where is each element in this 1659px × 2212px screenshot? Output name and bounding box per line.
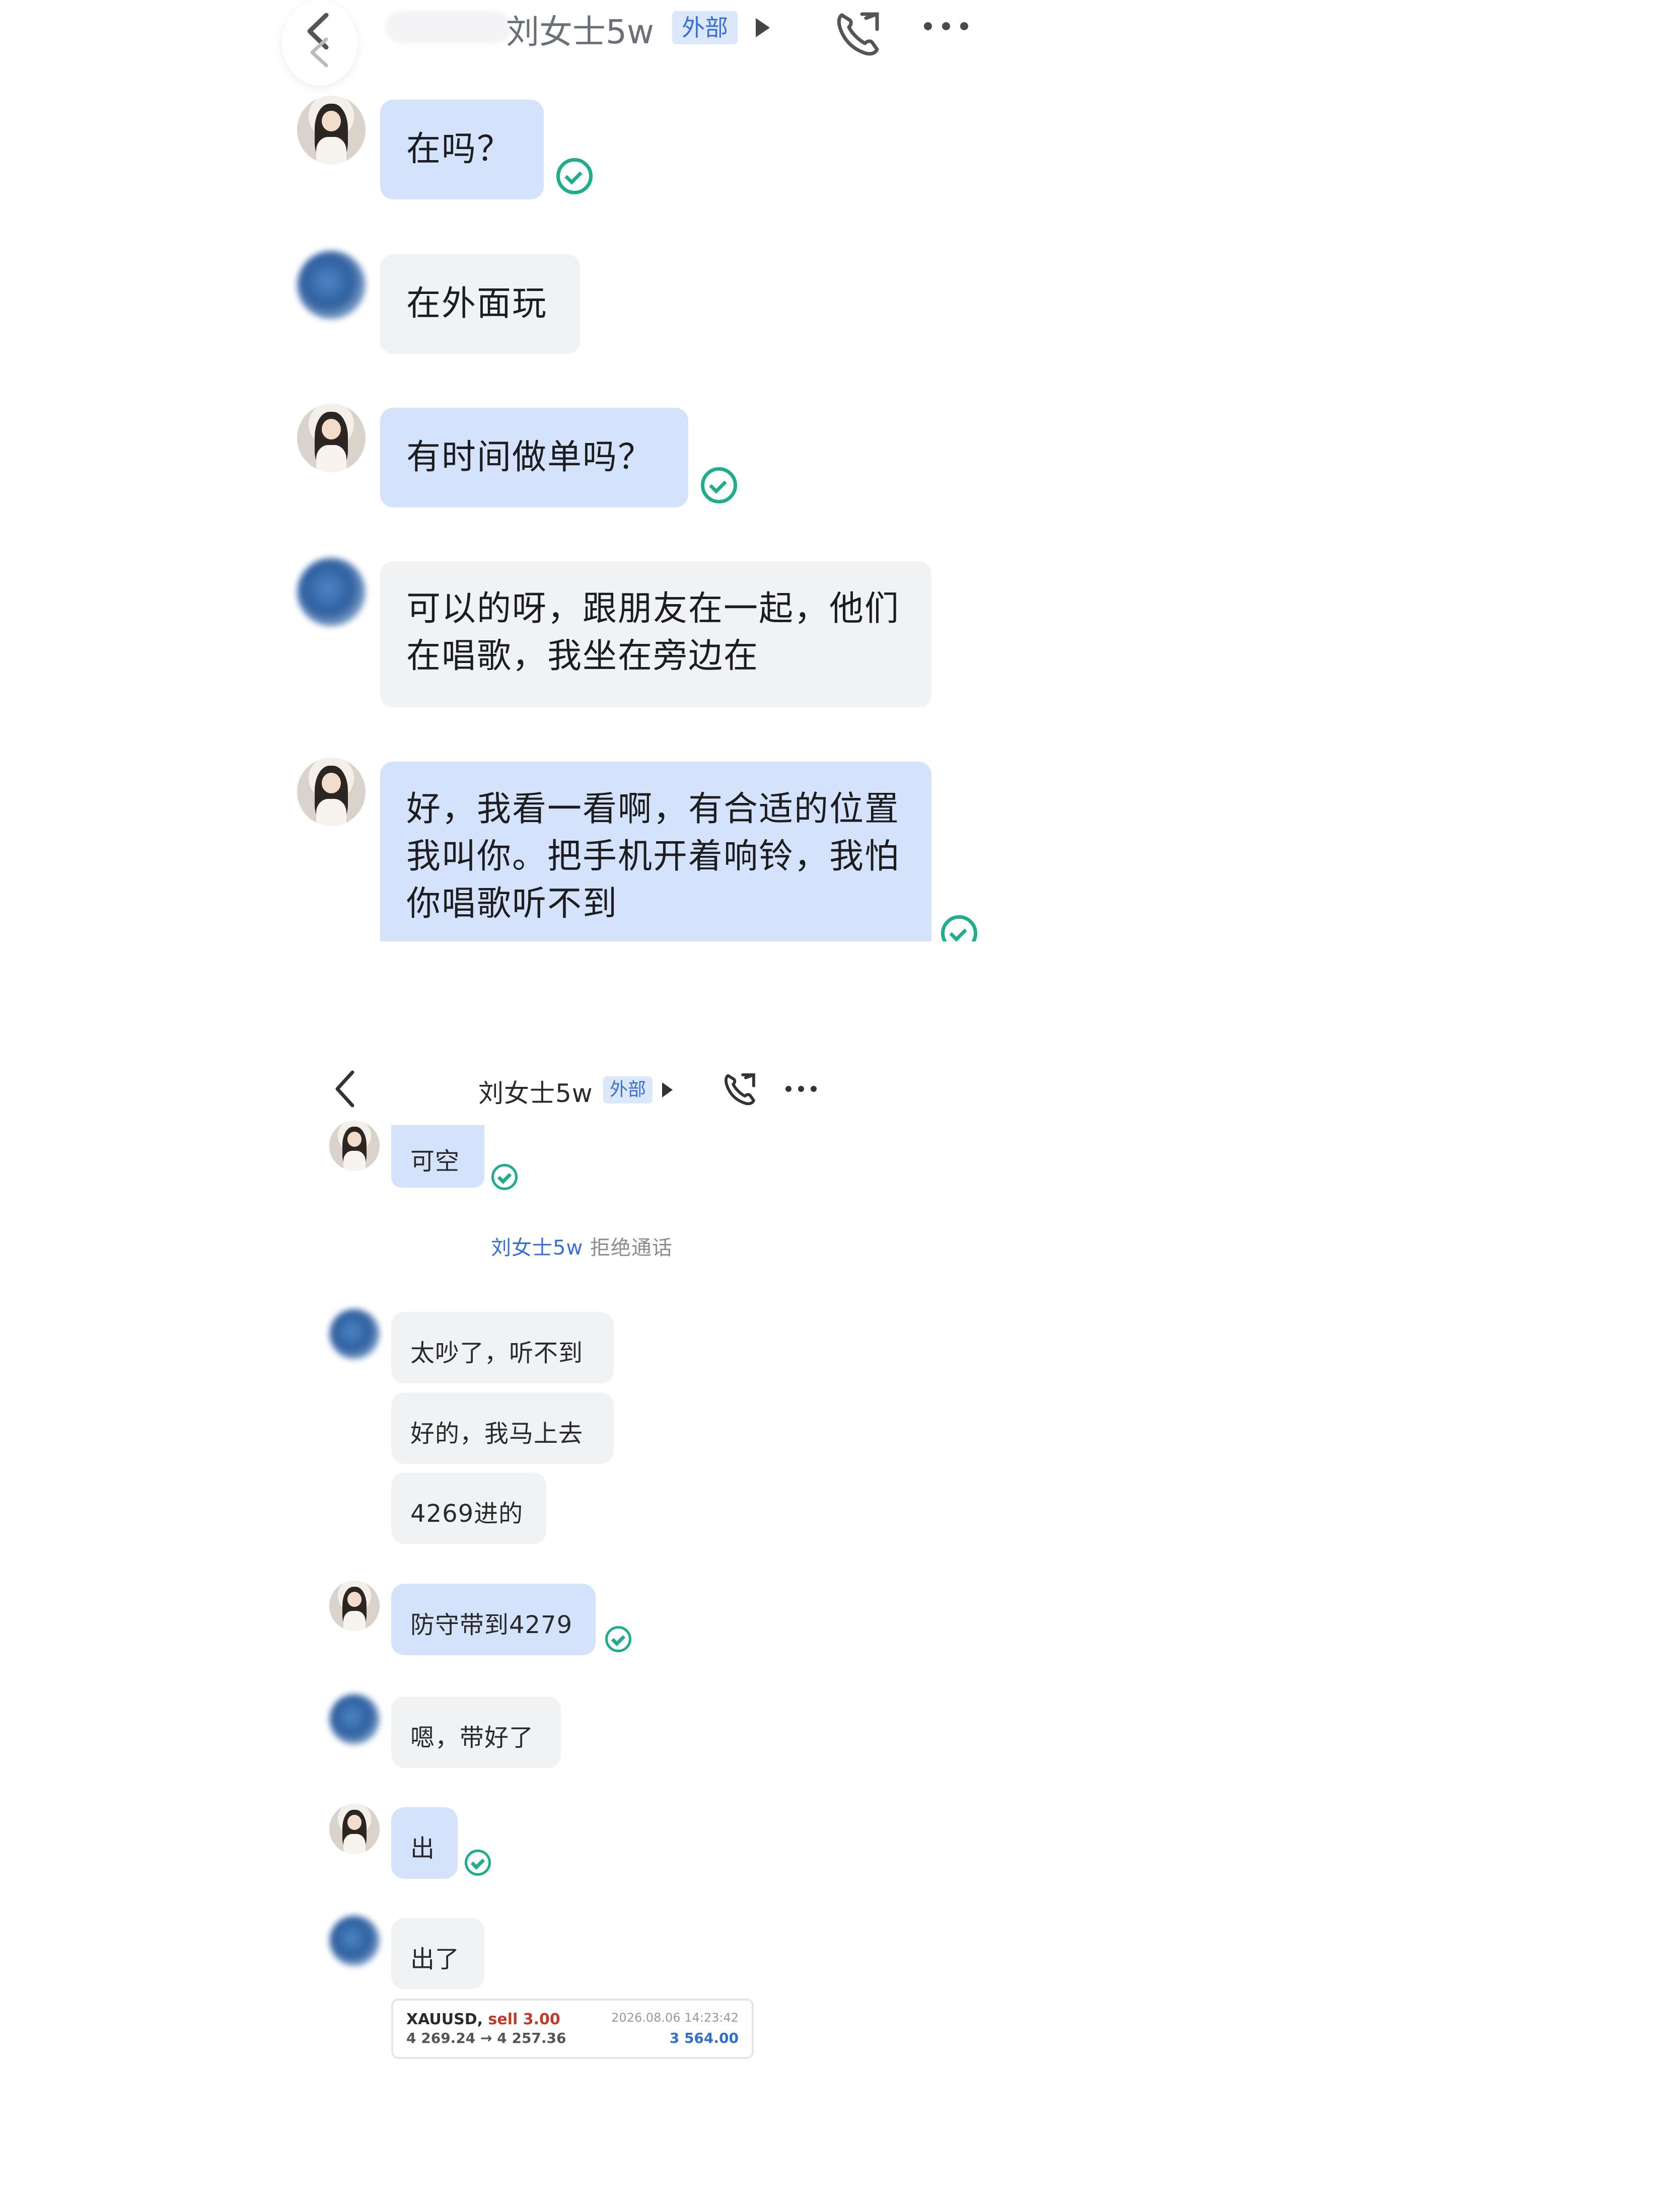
avatar-him[interactable] [329, 1915, 380, 1966]
trade-symbol: XAUUSD, [406, 2011, 483, 2028]
message-bubble-sent[interactable]: 好，我看一看啊，有合适的位置我叫你。把手机开着响铃，我怕你唱歌听不到 [380, 762, 931, 941]
message-text: 太吵了，听不到 [410, 1339, 584, 1367]
external-tag: 外部 [672, 11, 738, 44]
message-bubble-received[interactable]: 好的，我马上去 [391, 1392, 614, 1464]
message-text: 嗯，带好了 [410, 1724, 534, 1752]
header-blur-placeholder [385, 11, 511, 43]
trade-datetime: 2026.08.06 14:23:42 [611, 2011, 739, 2025]
avatar-her[interactable] [297, 404, 366, 472]
message-bubble-sent[interactable]: 防守带到4279 [391, 1584, 596, 1655]
message-bubble-sent[interactable]: 出 [391, 1807, 458, 1879]
more-dots-icon[interactable] [924, 22, 974, 32]
message-text: 好，我看一看啊，有合适的位置我叫你。把手机开着响铃，我怕你唱歌听不到 [406, 789, 900, 924]
avatar-her[interactable] [329, 1581, 380, 1631]
message-bubble-sent[interactable]: 有时间做单吗？ [380, 408, 688, 507]
message-text: 4269进的 [410, 1500, 524, 1528]
trade-symbol-row: XAUUSD, sell 3.00 [406, 2011, 560, 2028]
triangle-right-icon[interactable] [753, 15, 773, 40]
message-text: 有时间做单吗？ [406, 437, 654, 477]
message-text: 好的，我马上去 [410, 1420, 584, 1448]
phone-icon[interactable] [831, 5, 886, 60]
trade-profit: 3 564.00 [669, 2030, 739, 2046]
avatar-her[interactable] [297, 758, 366, 826]
message-text: 出 [410, 1834, 436, 1863]
read-check-icon [465, 1850, 491, 1876]
message-text: 可以的呀，跟朋友在一起，他们在唱歌，我坐在旁边在 [406, 589, 900, 676]
message-bubble-received[interactable]: 太吵了，听不到 [391, 1312, 614, 1383]
back-button[interactable] [282, 0, 357, 86]
message-text: 防守带到4279 [410, 1611, 573, 1639]
trade-result-image[interactable]: XAUUSD, sell 3.00 4 269.24 → 4 257.36 20… [391, 1999, 754, 2059]
top-chat-screenshot: 刘女士5w 外部 在吗？ 在外面玩 有时间做单吗？ 可以的呀，跟朋友在一起，他们… [282, 0, 1037, 941]
system-notice: 刘女士5w 拒绝通话 [491, 1231, 673, 1261]
contact-name[interactable]: 刘女士5w [478, 1073, 593, 1110]
chevron-left-icon [307, 13, 329, 67]
read-check-icon [491, 1164, 518, 1190]
avatar-her[interactable] [329, 1121, 380, 1171]
message-text: 在外面玩 [406, 284, 548, 324]
triangle-right-icon[interactable] [660, 1080, 675, 1100]
bottom-chat-screenshot: 刘女士5w 外部 可空 刘女士5w 拒绝通话 太吵了，听不到 好的，我马上去 4… [312, 1052, 916, 2059]
message-bubble-received[interactable]: 可以的呀，跟朋友在一起，他们在唱歌，我坐在旁边在 [380, 561, 931, 707]
read-check-icon-clipped [939, 915, 979, 941]
message-bubble-received[interactable]: 4269进的 [391, 1472, 546, 1544]
avatar-him[interactable] [329, 1694, 380, 1744]
trade-prices: 4 269.24 → 4 257.36 [406, 2030, 566, 2046]
system-notice-text: 拒绝通话 [590, 1236, 673, 1260]
message-bubble-received[interactable]: 嗯，带好了 [391, 1697, 561, 1768]
chevron-left-icon[interactable] [327, 1066, 363, 1112]
read-check-icon [556, 158, 593, 194]
contact-name[interactable]: 刘女士5w [506, 5, 654, 53]
avatar-him[interactable] [297, 251, 366, 319]
read-check-icon [701, 467, 737, 503]
message-bubble-sent[interactable]: 可空 [391, 1125, 484, 1188]
message-bubble-sent[interactable]: 在吗？ [380, 100, 544, 199]
system-notice-name[interactable]: 刘女士5w [491, 1236, 583, 1260]
more-dots-icon[interactable] [785, 1084, 826, 1092]
external-tag: 外部 [603, 1076, 653, 1103]
message-text: 可空 [410, 1147, 460, 1175]
message-bubble-received[interactable]: 出了 [391, 1918, 484, 1989]
phone-icon[interactable] [720, 1068, 760, 1109]
message-text: 在吗？ [406, 129, 513, 169]
avatar-him[interactable] [329, 1309, 380, 1359]
message-text: 出了 [410, 1945, 460, 1973]
read-check-icon [605, 1626, 631, 1652]
avatar-her[interactable] [297, 96, 366, 164]
message-bubble-received[interactable]: 在外面玩 [380, 254, 580, 354]
trade-side: sell 3.00 [488, 2011, 560, 2028]
avatar-him[interactable] [297, 558, 366, 626]
avatar-her[interactable] [329, 1804, 380, 1854]
